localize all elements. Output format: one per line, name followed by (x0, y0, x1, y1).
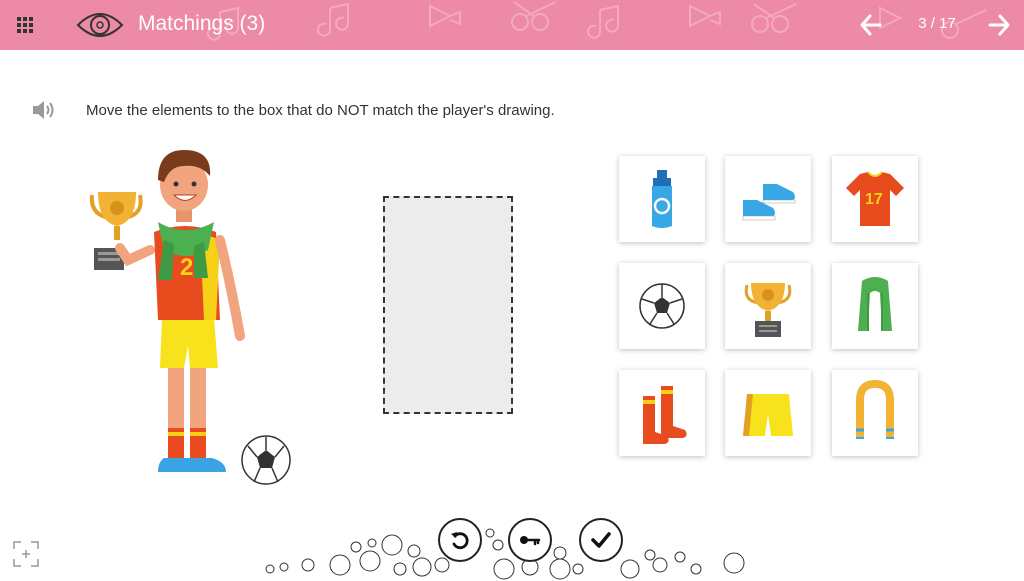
item-yellow-shorts[interactable] (725, 370, 811, 456)
shorts-icon (743, 394, 793, 436)
page-counter: 3 / 17 (918, 15, 956, 32)
item-green-towel[interactable] (832, 263, 918, 349)
top-bar: Matchings (3) 3 / 17 (0, 0, 1024, 50)
jersey-number: 17 (865, 191, 883, 208)
forward-arrow-icon[interactable] (986, 12, 1012, 38)
item-sneakers[interactable] (725, 156, 811, 242)
speaker-icon[interactable] (30, 98, 56, 122)
back-arrow-icon[interactable] (858, 12, 884, 38)
eye-icon (76, 13, 124, 37)
water-bottle-icon (652, 170, 672, 228)
item-yellow-scarf[interactable] (832, 370, 918, 456)
socks-icon (643, 386, 687, 444)
check-button[interactable] (579, 518, 623, 562)
player-jersey-number: 2 (180, 254, 193, 281)
soccer-ball-icon (639, 283, 685, 329)
key-icon (520, 536, 541, 546)
trophy-icon (744, 283, 792, 337)
menu-grid-icon[interactable] (14, 14, 36, 36)
drop-target-box[interactable] (383, 196, 513, 414)
checkmark-icon (591, 532, 611, 548)
fullscreen-icon[interactable] (12, 540, 40, 568)
reset-button[interactable] (438, 518, 482, 562)
item-trophy[interactable] (725, 263, 811, 349)
jersey-icon: 17 (846, 171, 904, 226)
scarf-icon (856, 379, 894, 439)
item-soccer-ball[interactable] (619, 263, 705, 349)
activity-title: Matchings (3) (138, 12, 266, 35)
item-jersey-17[interactable]: 17 (832, 156, 918, 242)
solution-button[interactable] (508, 518, 552, 562)
undo-icon (451, 532, 469, 550)
towel-icon (858, 277, 892, 331)
player-illustration: 2 (89, 150, 291, 485)
item-red-socks[interactable] (619, 370, 705, 456)
sneakers-icon (742, 184, 796, 221)
instruction-text: Move the elements to the box that do NOT… (86, 102, 555, 119)
item-water-bottle[interactable] (619, 156, 705, 242)
